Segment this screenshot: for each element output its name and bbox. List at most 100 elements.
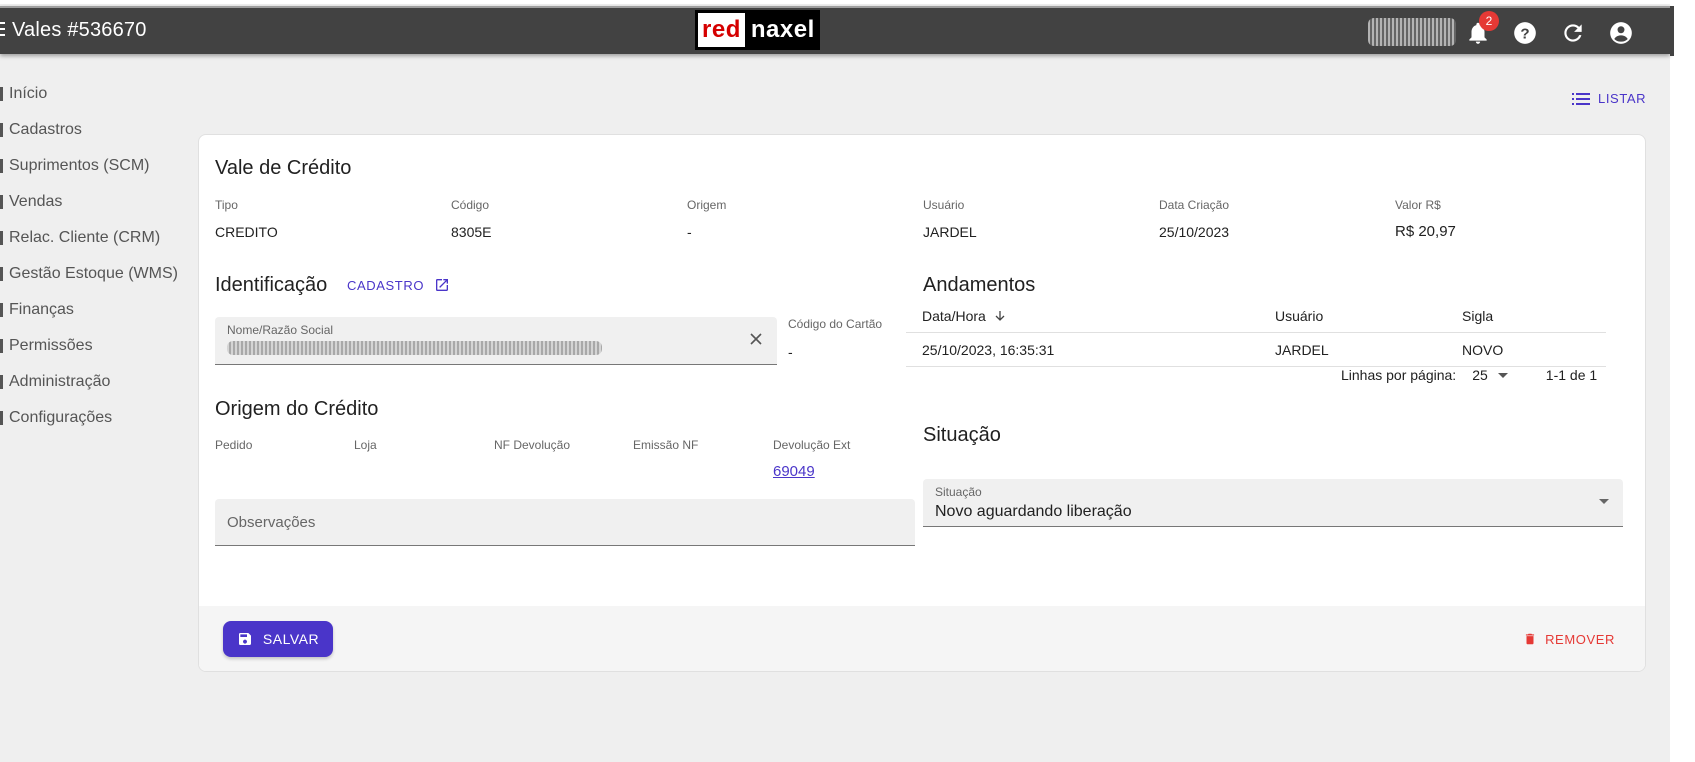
andamentos-table: Data/Hora Usuário Sigla 25/10/2023, 16:3… [906, 299, 1606, 367]
loja-label: Loja [354, 438, 377, 452]
sidebar-item-permissoes[interactable]: Permissões [0, 328, 190, 364]
menu-icon[interactable] [0, 22, 5, 40]
codigo-label: Código [451, 198, 490, 212]
admin-icon [0, 375, 3, 389]
notification-badge: 2 [1479, 11, 1499, 31]
save-button[interactable]: SALVAR [223, 621, 333, 657]
rows-per-page-select[interactable]: 25 [1472, 367, 1508, 383]
sidebar-item-label: Gestão Estoque (WMS) [9, 265, 178, 282]
gear-icon [0, 411, 3, 425]
logo-red-text: red [698, 13, 745, 47]
sidebar-item-wms[interactable]: Gestão Estoque (WMS) [0, 256, 190, 292]
sidebar-item-configuracoes[interactable]: Configurações [0, 400, 190, 436]
logo-naxel-text: naxel [750, 16, 815, 43]
save-label: SALVAR [262, 631, 320, 647]
svg-text:?: ? [1520, 25, 1529, 42]
sidebar-item-administracao[interactable]: Administração [0, 364, 190, 400]
sidebar-item-label: Cadastros [9, 121, 82, 138]
table-pagination: Linhas por página: 25 1-1 de 1 [1341, 367, 1597, 383]
sidebar-item-crm[interactable]: Relac. Cliente (CRM) [0, 220, 190, 256]
nome-razao-social-redacted [227, 341, 602, 355]
chevron-down-icon [1497, 372, 1508, 378]
tipo-label: Tipo [215, 198, 238, 212]
trash-icon [1525, 633, 1535, 645]
cell-data-hora: 25/10/2023, 16:35:31 [922, 341, 1055, 358]
sidebar-item-label: Início [9, 85, 48, 102]
cadastro-label: CADASTRO [347, 277, 425, 293]
money-icon [0, 303, 3, 317]
devolucao-ext-link[interactable]: 69049 [773, 463, 815, 480]
sidebar-item-financas[interactable]: Finanças [0, 292, 190, 328]
identificacao-title: Identificação [215, 274, 328, 296]
observacoes-input[interactable] [215, 499, 915, 545]
origem-label: Origem [687, 198, 727, 212]
andamentos-title: Andamentos [923, 274, 1036, 296]
help-icon[interactable]: ? [1512, 20, 1538, 46]
nome-razao-social-field[interactable]: Nome/Razão Social [215, 317, 777, 365]
usuario-value: JARDEL [923, 224, 977, 240]
devolucao-ext-label: Devolução Ext [773, 438, 851, 452]
sidebar: Início Cadastros Suprimentos (SCM) Venda… [0, 76, 190, 436]
user-name-redacted [1368, 18, 1456, 46]
listar-label: LISTAR [1598, 91, 1647, 106]
sidebar-item-label: Relac. Cliente (CRM) [9, 229, 161, 246]
rows-per-page-value: 25 [1472, 367, 1488, 383]
card-footer: SALVAR REMOVER [199, 606, 1645, 671]
key-icon [0, 339, 3, 353]
table-header-row: Data/Hora Usuário Sigla [906, 299, 1606, 333]
sidebar-item-vendas[interactable]: Vendas [0, 184, 190, 220]
sidebar-item-cadastros[interactable]: Cadastros [0, 112, 190, 148]
cadastro-link[interactable]: CADASTRO [347, 277, 450, 293]
column-header-sigla[interactable]: Sigla [1462, 308, 1606, 324]
listar-button[interactable]: LISTAR [1572, 91, 1646, 106]
codigo-cartao-value: - [788, 344, 793, 360]
pagination-range: 1-1 de 1 [1545, 367, 1598, 383]
open-in-new-icon [436, 279, 449, 291]
dropdown-arrow-icon [1599, 499, 1609, 504]
table-row[interactable]: 25/10/2023, 16:35:31 JARDEL NOVO [906, 333, 1606, 367]
valor-value: R$ 20,97 [1395, 223, 1456, 240]
arrow-down-icon [995, 310, 1005, 321]
remove-label: REMOVER [1545, 631, 1615, 647]
refresh-icon[interactable] [1560, 20, 1586, 46]
column-header-data-hora[interactable]: Data/Hora [906, 308, 1275, 324]
column-header-label: Data/Hora [922, 307, 986, 324]
codigo-cartao-label: Código do Cartão [788, 317, 883, 331]
situacao-select[interactable]: Situação Novo aguardando liberação [923, 479, 1623, 527]
save-icon [238, 633, 251, 645]
data-criacao-value: 25/10/2023 [1159, 224, 1230, 240]
emissao-nf-label: Emissão NF [633, 438, 699, 452]
remove-button[interactable]: REMOVER [1523, 631, 1615, 647]
situacao-title: Situação [923, 424, 1001, 446]
vale-card: Vale de Crédito Tipo CREDITO Código 8305… [198, 134, 1646, 672]
close-icon[interactable] [749, 332, 763, 346]
cell-sigla: NOVO [1462, 341, 1504, 358]
rednaxel-logo[interactable]: red naxel [695, 10, 820, 50]
people-icon [0, 231, 3, 245]
usuario-label: Usuário [923, 198, 965, 212]
pedido-label: Pedido [215, 438, 253, 452]
top-bar-edge [1670, 6, 1674, 56]
column-header-usuario[interactable]: Usuário [1275, 308, 1462, 324]
sidebar-item-label: Finanças [9, 301, 74, 318]
sidebar-item-suprimentos[interactable]: Suprimentos (SCM) [0, 148, 190, 184]
folder-icon [0, 123, 3, 137]
situacao-label: Situação [935, 485, 982, 499]
valor-label: Valor R$ [1395, 198, 1441, 212]
sidebar-item-label: Vendas [9, 193, 63, 210]
nf-devolucao-label: NF Devolução [494, 438, 571, 452]
sidebar-item-inicio[interactable]: Início [0, 76, 190, 112]
account-circle-icon[interactable] [1608, 20, 1634, 46]
home-icon [0, 87, 3, 101]
data-criacao-label: Data Criação [1159, 198, 1230, 212]
origem-value: - [687, 224, 692, 240]
truck-icon [0, 159, 3, 173]
observacoes-field[interactable] [215, 499, 915, 546]
page-title: Vales #536670 [12, 19, 147, 41]
tipo-value: CREDITO [215, 224, 278, 240]
cart-icon [0, 195, 3, 209]
list-icon [1572, 92, 1590, 105]
sidebar-item-label: Administração [9, 373, 111, 390]
top-app-bar: Vales #536670 red naxel 2 ? [0, 6, 1670, 54]
warehouse-icon [0, 267, 3, 281]
